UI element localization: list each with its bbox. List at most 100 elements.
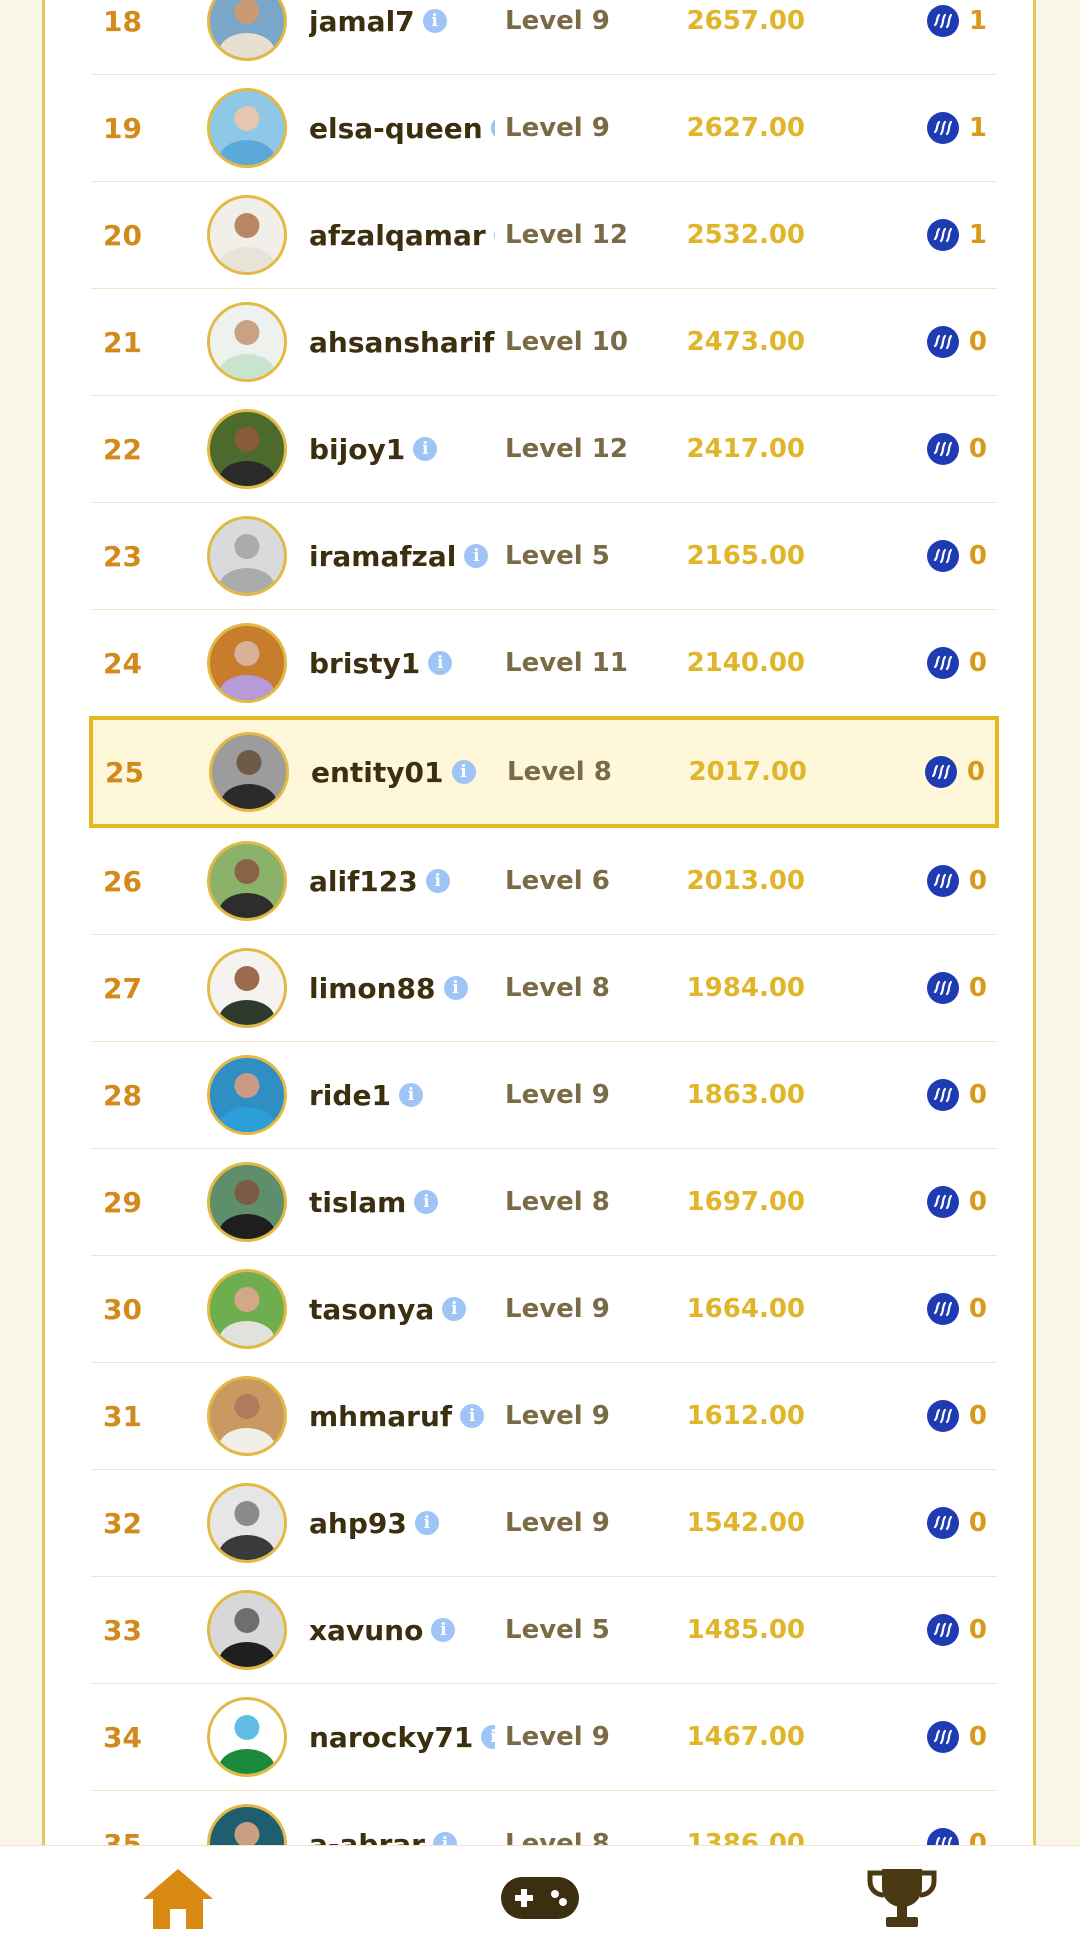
leaderboard-row[interactable]: 18 jamal7 i Level 9 2657.00 1 <box>91 0 997 75</box>
info-icon[interactable]: i <box>490 116 495 140</box>
avatar[interactable] <box>207 1697 287 1777</box>
avatar-head <box>234 0 260 24</box>
info-icon[interactable]: i <box>451 760 476 784</box>
username[interactable]: a-abrar i <box>309 1791 457 1846</box>
username-text[interactable]: ahp93 <box>309 1507 407 1540</box>
avatar[interactable] <box>207 302 287 382</box>
info-icon[interactable]: i <box>428 651 453 675</box>
avatar[interactable] <box>207 1376 287 1456</box>
avatar[interactable] <box>207 409 287 489</box>
info-icon[interactable]: i <box>481 1725 495 1749</box>
info-icon[interactable]: i <box>414 1511 439 1535</box>
avatar[interactable] <box>207 88 287 168</box>
leaderboard-row[interactable]: 30 tasonya i Level 9 1664.00 0 <box>91 1256 997 1363</box>
username[interactable]: ahp93 i <box>309 1470 439 1576</box>
username-text[interactable]: bijoy1 <box>309 433 405 466</box>
leaderboard-row[interactable]: 32 ahp93 i Level 9 1542.00 0 <box>91 1470 997 1577</box>
leaderboard-row[interactable]: 19 elsa-queen i Level 9 2627.00 1 <box>91 75 997 182</box>
username-text[interactable]: ride1 <box>309 1079 391 1112</box>
username-text[interactable]: xavuno <box>309 1614 423 1647</box>
username[interactable]: elsa-queen i <box>309 75 495 181</box>
username-text[interactable]: iramafzal <box>309 540 456 573</box>
username-text[interactable]: ahsansharif <box>309 326 494 359</box>
avatar[interactable] <box>207 1162 287 1242</box>
username[interactable]: jamal7 i <box>309 0 447 74</box>
leaderboard-row[interactable]: 22 bijoy1 i Level 12 2417.00 0 <box>91 396 997 503</box>
username-text[interactable]: entity01 <box>311 756 444 789</box>
avatar[interactable] <box>207 1590 287 1670</box>
username[interactable]: alif123 i <box>309 828 450 934</box>
username[interactable]: ahsansharifi <box>309 289 495 395</box>
avatar[interactable] <box>207 1269 287 1349</box>
score: 1863.00 <box>686 1080 805 1110</box>
info-icon[interactable]: i <box>413 437 438 461</box>
home-button[interactable] <box>118 1846 238 1950</box>
leaderboard-row[interactable]: 24 bristy1 i Level 11 2140.00 0 <box>91 610 997 717</box>
leaderboard-row[interactable]: 35 a-abrar i Level 8 1386.00 0 <box>91 1791 997 1846</box>
username[interactable]: entity01 i <box>311 720 476 824</box>
score: 1612.00 <box>686 1401 805 1431</box>
username[interactable]: afzalqamar i <box>309 182 495 288</box>
game-button[interactable] <box>480 1846 600 1950</box>
avatar[interactable] <box>207 195 287 275</box>
username-text[interactable]: narocky71 <box>309 1721 473 1754</box>
username[interactable]: tislam i <box>309 1149 439 1255</box>
leaderboard-row[interactable]: 26 alif123 i Level 6 2013.00 0 <box>91 828 997 935</box>
info-icon[interactable]: i <box>414 1190 439 1214</box>
leaderboard-row[interactable]: 34 narocky71 i Level 9 1467.00 0 <box>91 1684 997 1791</box>
leaderboard-row[interactable]: 28 ride1 i Level 9 1863.00 0 <box>91 1042 997 1149</box>
username-text[interactable]: elsa-queen <box>309 112 483 145</box>
username[interactable]: iramafzal i <box>309 503 489 609</box>
info-icon[interactable]: i <box>493 223 495 247</box>
score: 2417.00 <box>686 434 805 464</box>
username-text[interactable]: bristy1 <box>309 647 420 680</box>
leaderboard-button[interactable] <box>842 1846 962 1950</box>
info-icon[interactable]: i <box>464 544 489 568</box>
leaderboard-row[interactable]: 20 afzalqamar i Level 12 2532.00 1 <box>91 182 997 289</box>
reward-amount: 0 <box>968 541 987 571</box>
username-text[interactable]: afzalqamar <box>309 219 486 252</box>
avatar[interactable] <box>207 516 287 596</box>
username[interactable]: ride1 i <box>309 1042 423 1148</box>
score: 1697.00 <box>686 1187 805 1217</box>
leaderboard-row[interactable]: 23 iramafzal i Level 5 2165.00 0 <box>91 503 997 610</box>
username[interactable]: narocky71 i <box>309 1684 495 1790</box>
info-icon[interactable]: i <box>431 1618 456 1642</box>
username[interactable]: xavuno i <box>309 1577 456 1683</box>
avatar[interactable] <box>207 1804 287 1846</box>
info-icon[interactable]: i <box>443 976 468 1000</box>
username[interactable]: bristy1 i <box>309 610 453 716</box>
avatar[interactable] <box>207 623 287 703</box>
username-text[interactable]: tislam <box>309 1186 406 1219</box>
avatar-head <box>234 1500 260 1526</box>
leaderboard-row[interactable]: 33 xavuno i Level 5 1485.00 0 <box>91 1577 997 1684</box>
username-text[interactable]: tasonya <box>309 1293 434 1326</box>
username-text[interactable]: limon88 <box>309 972 436 1005</box>
username[interactable]: tasonya i <box>309 1256 467 1362</box>
reward-amount: 0 <box>968 1722 987 1752</box>
username[interactable]: limon88 i <box>309 935 468 1041</box>
leaderboard-row[interactable]: 29 tislam i Level 8 1697.00 0 <box>91 1149 997 1256</box>
avatar[interactable] <box>207 1483 287 1563</box>
avatar[interactable] <box>209 732 289 812</box>
avatar[interactable] <box>207 0 287 61</box>
leaderboard-row[interactable]: 27 limon88 i Level 8 1984.00 0 <box>91 935 997 1042</box>
username[interactable]: mhmaruf i <box>309 1363 485 1469</box>
username-text[interactable]: mhmaruf <box>309 1400 452 1433</box>
leaderboard-row[interactable]: 21 ahsansharifi Level 10 2473.00 0 <box>91 289 997 396</box>
info-icon[interactable]: i <box>432 1832 457 1846</box>
username-text[interactable]: jamal7 <box>309 5 415 38</box>
info-icon[interactable]: i <box>398 1083 423 1107</box>
leaderboard-row[interactable]: 31 mhmaruf i Level 9 1612.00 0 <box>91 1363 997 1470</box>
leaderboard-row[interactable]: 25 entity01 i Level 8 2017.00 0 <box>89 716 999 828</box>
avatar[interactable] <box>207 841 287 921</box>
info-icon[interactable]: i <box>442 1297 467 1321</box>
info-icon[interactable]: i <box>460 1404 485 1428</box>
username-text[interactable]: a-abrar <box>309 1828 425 1847</box>
info-icon[interactable]: i <box>425 869 450 893</box>
avatar[interactable] <box>207 1055 287 1135</box>
username-text[interactable]: alif123 <box>309 865 418 898</box>
avatar[interactable] <box>207 948 287 1028</box>
username[interactable]: bijoy1 i <box>309 396 438 502</box>
info-icon[interactable]: i <box>422 9 447 33</box>
